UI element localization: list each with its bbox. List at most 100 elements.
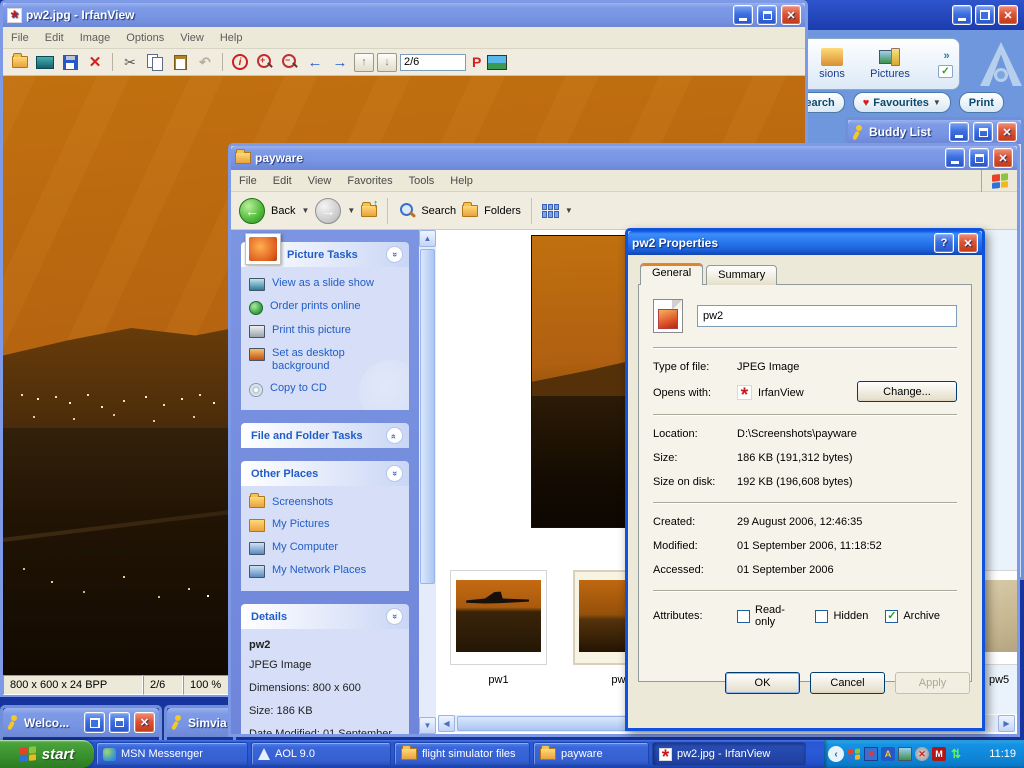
- filename-input[interactable]: [697, 305, 957, 327]
- previous-image-icon[interactable]: ←: [304, 52, 326, 72]
- tray-clock[interactable]: 11:19: [989, 748, 1018, 760]
- menu-file[interactable]: File: [231, 172, 265, 190]
- open-icon[interactable]: [9, 52, 31, 72]
- explorer-titlebar[interactable]: payware ✕: [231, 146, 1017, 170]
- taskbar-button-irfanview[interactable]: pw2.jpg - IrfanView: [652, 742, 806, 766]
- taskbar-button-aol[interactable]: AOL 9.0: [251, 742, 391, 766]
- taskpane-scrollbar[interactable]: ▲ ▼: [419, 230, 436, 734]
- search-label[interactable]: Search: [421, 205, 456, 217]
- hidden-checkbox[interactable]: [815, 610, 828, 623]
- expand-chevron-icon[interactable]: «: [386, 427, 403, 444]
- minimize-button[interactable]: [945, 148, 965, 168]
- scroll-up-icon[interactable]: ▲: [419, 230, 436, 247]
- info-icon[interactable]: i: [229, 52, 251, 72]
- ok-button[interactable]: OK: [725, 672, 800, 694]
- p-tool-label[interactable]: P: [469, 54, 484, 70]
- maximize-button[interactable]: [109, 712, 130, 733]
- thumbnail-pw1[interactable]: pw1: [450, 570, 547, 686]
- menu-image[interactable]: Image: [72, 29, 119, 47]
- forward-button[interactable]: →: [315, 198, 341, 224]
- welcome-titlebar[interactable]: Welco... ✕: [3, 708, 159, 737]
- place-my-network[interactable]: My Network Places: [249, 564, 401, 578]
- task-view-slideshow[interactable]: View as a slide show: [249, 277, 401, 291]
- place-my-pictures[interactable]: My Pictures: [249, 518, 401, 532]
- aol-sessions-tool[interactable]: sions: [803, 48, 861, 80]
- collapse-chevron-icon[interactable]: «: [386, 246, 403, 263]
- slideshow-icon[interactable]: [34, 52, 56, 72]
- start-button[interactable]: start: [0, 740, 94, 768]
- up-folder-button[interactable]: [361, 205, 377, 217]
- forward-dropdown-icon[interactable]: ▼: [347, 206, 355, 215]
- cancel-button[interactable]: Cancel: [810, 672, 885, 694]
- close-button[interactable]: ✕: [997, 122, 1017, 142]
- tab-general[interactable]: General: [640, 263, 703, 285]
- change-button[interactable]: Change...: [857, 381, 957, 402]
- properties-titlebar[interactable]: pw2 Properties ? ✕: [628, 231, 982, 255]
- minimize-button[interactable]: [952, 5, 972, 25]
- picture-tasks-header[interactable]: Picture Tasks «: [241, 242, 409, 267]
- save-icon[interactable]: [59, 52, 81, 72]
- menu-edit[interactable]: Edit: [37, 29, 72, 47]
- scroll-left-icon[interactable]: ◀: [438, 715, 455, 732]
- readonly-checkbox[interactable]: [737, 610, 750, 623]
- other-places-header[interactable]: Other Places «: [241, 461, 409, 486]
- green-check-icon[interactable]: ✓: [938, 65, 953, 78]
- colored-flag-icon[interactable]: [847, 747, 861, 761]
- menu-help[interactable]: Help: [212, 29, 251, 47]
- menu-favorites[interactable]: Favorites: [339, 172, 400, 190]
- first-image-button[interactable]: ↑: [354, 53, 374, 72]
- views-dropdown-icon[interactable]: ▼: [565, 206, 573, 215]
- close-button[interactable]: ✕: [781, 5, 801, 25]
- last-image-button[interactable]: ↓: [377, 53, 397, 72]
- restore-button[interactable]: [84, 712, 105, 733]
- menu-edit[interactable]: Edit: [265, 172, 300, 190]
- close-button[interactable]: ✕: [993, 148, 1013, 168]
- taskbar-button-payware[interactable]: payware: [533, 742, 649, 766]
- page-number-input[interactable]: [400, 54, 466, 71]
- place-screenshots[interactable]: Screenshots: [249, 496, 401, 509]
- collapse-chevron-icon[interactable]: «: [386, 465, 403, 482]
- paste-icon[interactable]: [169, 52, 191, 72]
- scroll-right-icon[interactable]: ▶: [998, 715, 1015, 732]
- msn-tray-icon[interactable]: M: [932, 747, 946, 761]
- close-button[interactable]: ✕: [998, 5, 1018, 25]
- maximize-button[interactable]: [969, 148, 989, 168]
- zoom-in-icon[interactable]: +: [254, 52, 276, 72]
- minimize-button[interactable]: [949, 122, 969, 142]
- task-print-picture[interactable]: Print this picture: [249, 324, 401, 338]
- aim-tray-icon[interactable]: A: [881, 747, 895, 761]
- task-order-prints[interactable]: Order prints online: [249, 300, 401, 315]
- undo-icon[interactable]: ↶: [194, 52, 216, 72]
- search-icon[interactable]: [398, 202, 415, 219]
- zoom-out-icon[interactable]: −: [279, 52, 301, 72]
- menu-tools[interactable]: Tools: [401, 172, 443, 190]
- close-button[interactable]: ✕: [958, 233, 978, 253]
- place-my-computer[interactable]: My Computer: [249, 541, 401, 555]
- favourites-button[interactable]: ♥ Favourites ▼: [853, 92, 951, 113]
- back-dropdown-icon[interactable]: ▼: [301, 206, 309, 215]
- taskbar-button-msn-messenger[interactable]: MSN Messenger: [96, 742, 248, 766]
- tray-expand-icon[interactable]: ‹: [828, 746, 844, 762]
- file-folder-tasks-header[interactable]: File and Folder Tasks «: [241, 423, 409, 448]
- views-button[interactable]: [542, 204, 559, 218]
- back-button[interactable]: ←: [239, 198, 265, 224]
- scrollbar-thumb[interactable]: [420, 249, 435, 584]
- tab-summary[interactable]: Summary: [706, 265, 777, 285]
- menu-help[interactable]: Help: [442, 172, 481, 190]
- details-header[interactable]: Details «: [241, 604, 409, 629]
- buddy-list-titlebar[interactable]: Buddy List ✕: [848, 120, 1021, 144]
- network-arrows-icon[interactable]: ⇅: [949, 747, 963, 761]
- maximize-button[interactable]: [757, 5, 777, 25]
- delete-icon[interactable]: ✕: [84, 52, 106, 72]
- copy-icon[interactable]: [144, 52, 166, 72]
- taskbar-button-flight-sim-files[interactable]: flight simulator files: [394, 742, 530, 766]
- scroll-down-icon[interactable]: ▼: [419, 717, 436, 734]
- menu-options[interactable]: Options: [118, 29, 172, 47]
- chevron-more-icon[interactable]: »: [943, 50, 947, 62]
- close-button[interactable]: ✕: [134, 712, 155, 733]
- gear-alert-icon[interactable]: ✕: [915, 747, 929, 761]
- simvia-titlebar[interactable]: Simvia: [167, 708, 233, 737]
- menu-view[interactable]: View: [300, 172, 340, 190]
- irfanview-titlebar[interactable]: pw2.jpg - IrfanView ✕: [3, 3, 805, 27]
- maximize-button[interactable]: [973, 122, 993, 142]
